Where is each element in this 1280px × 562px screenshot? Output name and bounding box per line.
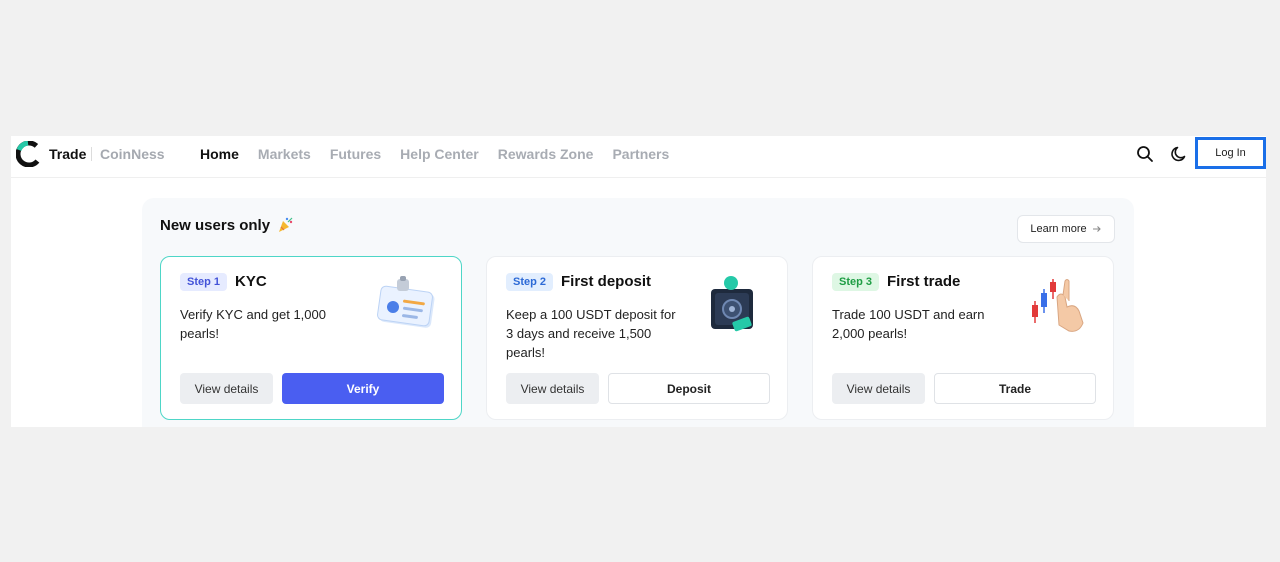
candlestick-hand-icon bbox=[1032, 279, 1084, 332]
moon-icon[interactable] bbox=[1168, 143, 1190, 165]
card-description: Keep a 100 USDT deposit for 3 days and r… bbox=[506, 307, 676, 360]
learn-more-label: Learn more bbox=[1030, 223, 1087, 235]
nav-rewards-zone[interactable]: Rewards Zone bbox=[498, 146, 594, 162]
view-details-button[interactable]: View details bbox=[180, 373, 273, 404]
trade-button[interactable]: Trade bbox=[934, 373, 1096, 404]
brand-name[interactable]: Trade bbox=[49, 146, 86, 162]
card-description: Verify KYC and get 1,000 pearls! bbox=[180, 307, 326, 341]
panel-title: New users only bbox=[160, 216, 294, 234]
step-badge: Step 3 bbox=[832, 273, 880, 291]
arrow-right-icon bbox=[1092, 226, 1101, 232]
nav-markets[interactable]: Markets bbox=[258, 146, 311, 162]
card-description: Trade 100 USDT and earn 2,000 pearls! bbox=[832, 307, 985, 341]
logo-icon[interactable] bbox=[16, 141, 42, 167]
nav-help-center[interactable]: Help Center bbox=[400, 146, 479, 162]
deposit-button[interactable]: Deposit bbox=[608, 373, 770, 404]
card-title: First deposit bbox=[561, 273, 652, 290]
app-frame: Trade CoinNess Home Markets Futures Help… bbox=[11, 136, 1266, 427]
card-title: First trade bbox=[887, 273, 961, 290]
learn-more-button[interactable]: Learn more bbox=[1017, 215, 1115, 243]
party-popper-icon bbox=[279, 217, 293, 232]
step-card-first-trade: Step 3 First trade Trade 100 USDT and ea… bbox=[812, 256, 1114, 420]
step-badge: Step 1 bbox=[180, 273, 228, 291]
top-nav: Trade CoinNess Home Markets Futures Help… bbox=[11, 136, 1266, 178]
login-button[interactable]: Log In bbox=[1195, 137, 1266, 169]
search-icon[interactable] bbox=[1134, 143, 1156, 165]
nav-home[interactable]: Home bbox=[200, 146, 239, 162]
view-details-button[interactable]: View details bbox=[832, 373, 925, 404]
step-badge: Step 2 bbox=[506, 273, 554, 291]
brand-sub[interactable]: CoinNess bbox=[100, 146, 165, 162]
nav-futures[interactable]: Futures bbox=[330, 146, 381, 162]
safe-icon bbox=[711, 276, 753, 332]
step-card-first-deposit: Step 2 First deposit Keep a 100 USDT dep… bbox=[486, 256, 788, 420]
brand-divider bbox=[91, 147, 92, 161]
id-card-icon bbox=[377, 276, 435, 328]
card-title: KYC bbox=[235, 273, 267, 290]
panel-title-text: New users only bbox=[160, 216, 271, 234]
main-menu: Home Markets Futures Help Center Rewards… bbox=[200, 146, 669, 162]
nav-partners[interactable]: Partners bbox=[612, 146, 669, 162]
new-users-panel: New users only Learn more Step 1 KYC Ver… bbox=[142, 198, 1134, 427]
verify-button[interactable]: Verify bbox=[282, 373, 444, 404]
view-details-button[interactable]: View details bbox=[506, 373, 599, 404]
step-card-kyc: Step 1 KYC Verify KYC and get 1,000 pear… bbox=[160, 256, 462, 420]
